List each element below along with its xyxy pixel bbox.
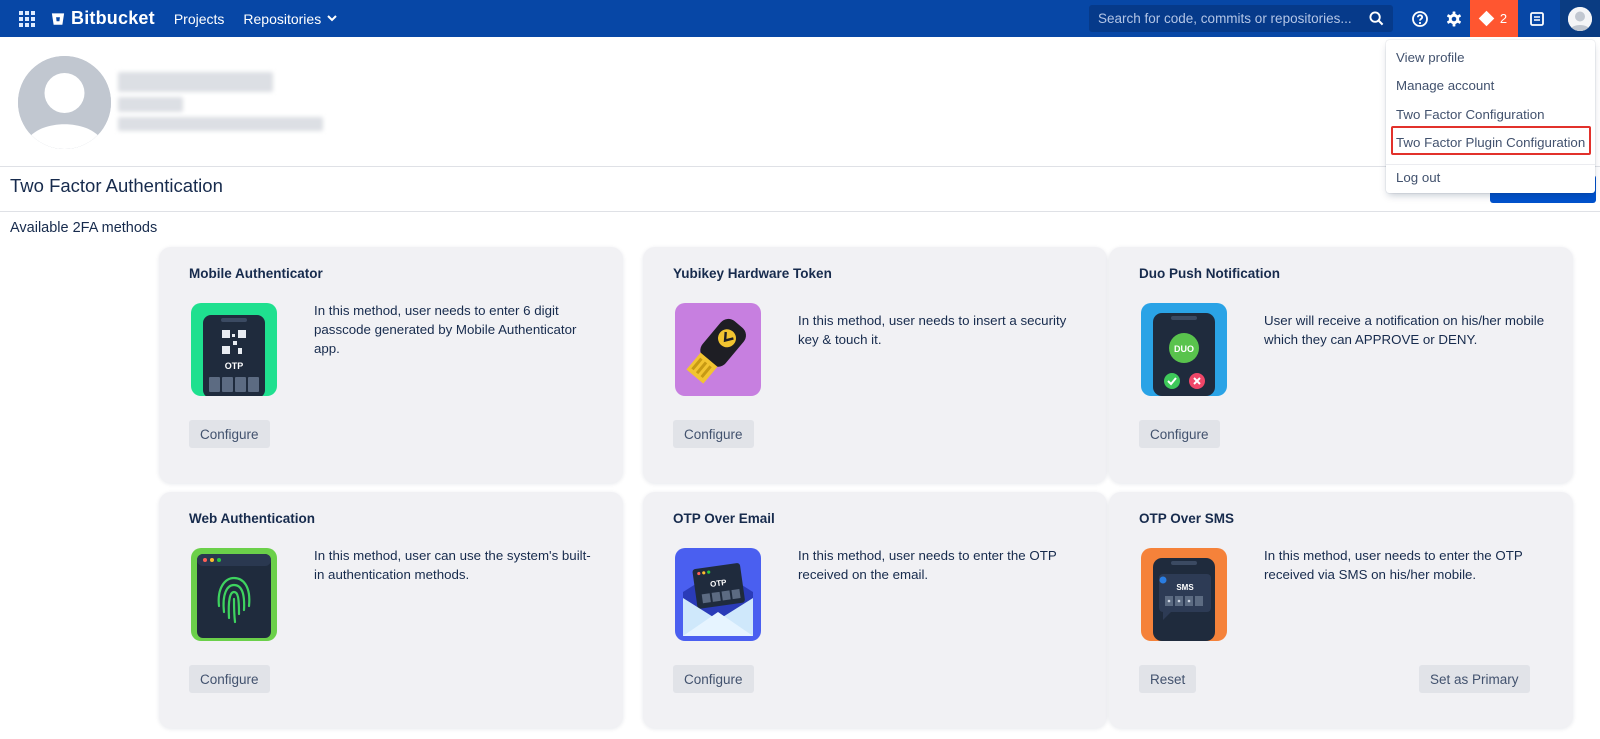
card-description: In this method, user needs to enter the …: [1264, 548, 1523, 582]
logo-text: Bitbucket: [71, 8, 155, 28]
card-title: Yubikey Hardware Token: [673, 266, 832, 281]
nav-repositories-label: Repositories: [243, 10, 322, 27]
configure-button[interactable]: Configure: [673, 665, 754, 693]
help-icon: [1411, 10, 1428, 27]
set-primary-button[interactable]: Set as Primary: [1419, 665, 1530, 693]
configure-button[interactable]: Configure: [1139, 420, 1220, 448]
avatar: [1568, 6, 1592, 31]
user-icon: [1568, 6, 1592, 31]
method-card-yubikey: Yubikey Hardware Token In this method, u…: [643, 247, 1107, 483]
redacted-username: [118, 97, 183, 112]
reset-button[interactable]: Reset: [1139, 665, 1197, 693]
page-title: Two Factor Authentication: [10, 175, 223, 196]
method-card-otp-sms: OTP Over SMS SMS In this method, user ne…: [1109, 492, 1573, 728]
menu-item-two-factor-configuration[interactable]: Two Factor Configuration: [1396, 107, 1545, 122]
card-title: Mobile Authenticator: [189, 266, 323, 281]
configure-button[interactable]: Configure: [189, 420, 270, 448]
card-title: OTP Over Email: [673, 511, 775, 526]
card-title: Duo Push Notification: [1139, 266, 1280, 281]
app-switcher-icon[interactable]: [8, 0, 45, 37]
pull-requests-button[interactable]: [1518, 0, 1555, 37]
method-card-duo-push: Duo Push Notification DUO User will rece…: [1109, 247, 1573, 483]
sms-icon: SMS: [1141, 548, 1227, 641]
alert-icon: [1478, 10, 1495, 27]
user-menu-dropdown: View profile Manage account Two Factor C…: [1386, 40, 1595, 193]
card-title: Web Authentication: [189, 511, 315, 526]
yubikey-icon: [675, 303, 761, 396]
duo-push-icon: DUO: [1141, 303, 1227, 396]
card-description: In this method, user can use the system'…: [314, 548, 591, 582]
svg-text:DUO: DUO: [1174, 344, 1194, 354]
card-title: OTP Over SMS: [1139, 511, 1235, 526]
divider: [0, 211, 1600, 212]
redacted-email: [118, 117, 323, 131]
divider: [1386, 164, 1595, 165]
menu-item-log-out[interactable]: Log out: [1396, 170, 1440, 185]
method-card-web-authentication: Web Authentication In this method, user …: [159, 492, 623, 728]
svg-text:SMS: SMS: [1176, 583, 1194, 592]
notifications-button[interactable]: 2: [1470, 0, 1518, 37]
chevron-down-icon: [327, 15, 337, 22]
menu-item-manage-account[interactable]: Manage account: [1396, 78, 1494, 93]
svg-text:OTP: OTP: [225, 361, 244, 371]
card-description: User will receive a notification on his/…: [1264, 313, 1545, 347]
configure-button[interactable]: Configure: [189, 665, 270, 693]
nav-repositories[interactable]: Repositories: [243, 11, 337, 27]
gear-icon: [1446, 11, 1461, 26]
card-description: In this method, user needs to enter 6 di…: [314, 303, 577, 356]
user-icon: [18, 56, 111, 149]
mobile-authenticator-icon: OTP: [191, 303, 277, 396]
menu-item-view-profile[interactable]: View profile: [1396, 50, 1465, 65]
help-button[interactable]: [1401, 0, 1438, 37]
method-card-otp-email: OTP Over Email OTP In this method, user …: [643, 492, 1107, 728]
email-icon: OTP: [675, 548, 761, 641]
user-avatar-button[interactable]: [1560, 0, 1600, 37]
fingerprint-icon: [191, 548, 277, 641]
bitbucket-logo[interactable]: Bitbucket: [51, 8, 155, 29]
search-icon[interactable]: [1369, 11, 1384, 26]
top-navigation: Bitbucket Projects Repositories Search f…: [0, 0, 1600, 37]
inbox-icon: [1529, 11, 1544, 26]
configure-button[interactable]: Configure: [673, 420, 754, 448]
nav-projects[interactable]: Projects: [174, 11, 225, 27]
menu-item-two-factor-plugin-configuration[interactable]: Two Factor Plugin Configuration: [1396, 135, 1585, 150]
search-input[interactable]: [1098, 11, 1369, 26]
bitbucket-icon: [51, 12, 65, 25]
settings-button[interactable]: [1435, 0, 1472, 37]
notification-count: 2: [1499, 11, 1508, 26]
search-box: [1089, 5, 1393, 32]
profile-avatar: [18, 56, 111, 149]
section-label: Available 2FA methods: [10, 220, 158, 236]
nav-projects-label: Projects: [173, 10, 225, 27]
card-description: In this method, user needs to insert a s…: [798, 313, 1067, 347]
divider: [0, 166, 1600, 167]
card-description: In this method, user needs to enter the …: [798, 548, 1057, 582]
method-card-mobile-authenticator: Mobile Authenticator OTP In this method,…: [159, 247, 623, 483]
redacted-user-name: [118, 72, 273, 92]
